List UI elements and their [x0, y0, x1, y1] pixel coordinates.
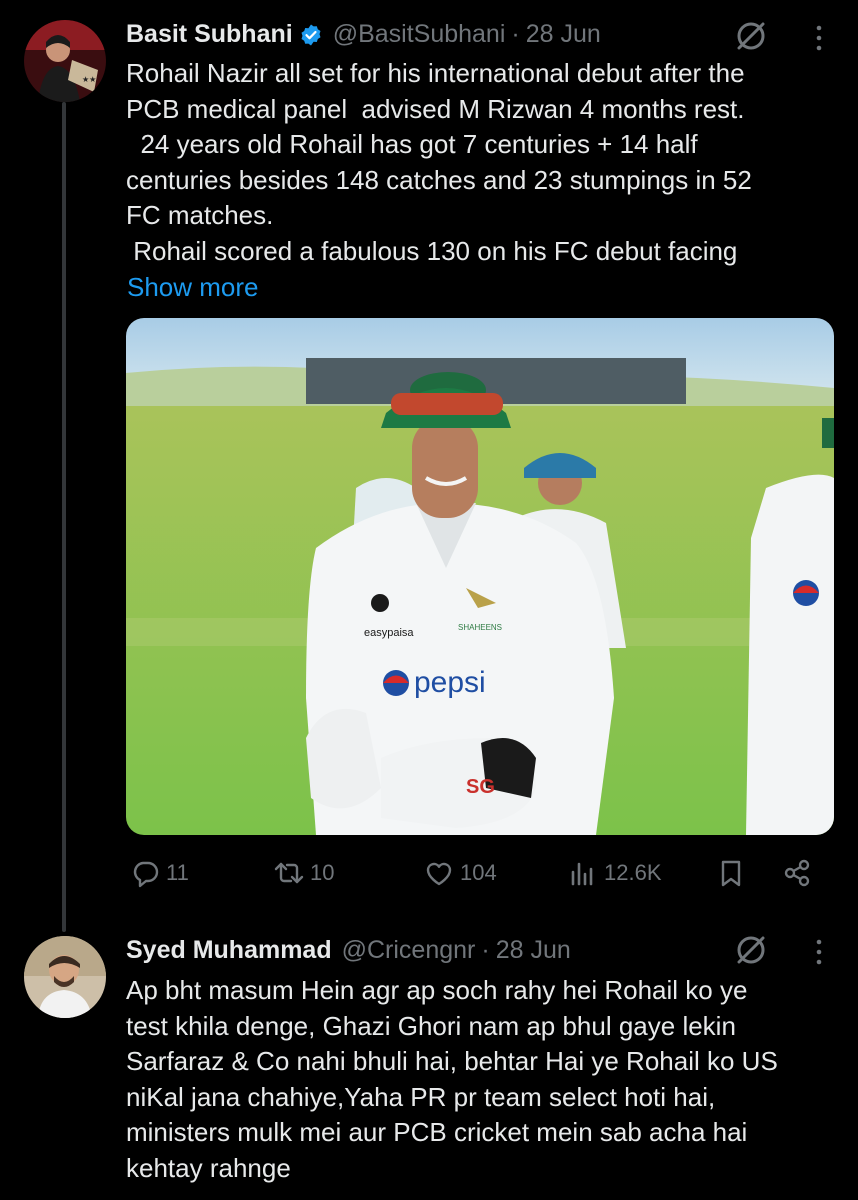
header-separator: ·	[511, 20, 520, 48]
like-icon	[426, 862, 452, 886]
verified-badge-icon	[299, 23, 323, 47]
tweet-text: Rohail Nazir all set for his internation…	[126, 58, 752, 266]
tweet-actions: 11 10 104 12.6K	[126, 858, 832, 898]
like-count: 104	[460, 860, 497, 885]
grok-icon[interactable]	[735, 20, 767, 52]
reply-more-icon[interactable]	[814, 938, 824, 966]
svg-text:pepsi: pepsi	[414, 666, 486, 699]
views-button[interactable]: 12.6K	[568, 858, 662, 888]
share-icon	[784, 859, 810, 887]
reply-count: 11	[166, 860, 189, 885]
thread-line	[62, 102, 66, 932]
tweet-image[interactable]: easypaisa SHAHEENS pepsi SG	[126, 318, 834, 835]
author-name[interactable]: Basit Subhani	[126, 20, 293, 49]
show-more-link[interactable]: Show more	[127, 272, 259, 303]
bookmark-icon	[721, 860, 741, 887]
tweet-header: Basit Subhani @BasitSubhani · 28 Jun	[126, 20, 601, 49]
svg-text:SG: SG	[466, 776, 495, 798]
svg-text:★★: ★★	[82, 75, 96, 84]
views-count: 12.6K	[604, 860, 662, 885]
reply-icon	[133, 861, 159, 888]
views-icon	[571, 862, 593, 886]
reply-button[interactable]: 11	[130, 858, 189, 888]
like-button[interactable]: 104	[424, 858, 497, 888]
cricketer-photo: easypaisa SHAHEENS pepsi SG	[126, 318, 834, 835]
svg-text:easypaisa: easypaisa	[364, 627, 414, 639]
author-handle[interactable]: @BasitSubhani	[333, 20, 506, 49]
reply-grok-icon[interactable]	[735, 934, 767, 966]
author-avatar[interactable]: ★★	[24, 20, 106, 102]
reply-author-name[interactable]: Syed Muhammad	[126, 936, 332, 965]
reply-date[interactable]: 28 Jun	[496, 936, 571, 965]
reply-text: Ap bht masum Hein agr ap soch rahy hei R…	[126, 975, 778, 1183]
reply-header-separator: ·	[481, 936, 490, 964]
more-icon[interactable]	[814, 24, 824, 52]
repost-button[interactable]: 10	[274, 858, 334, 888]
repost-icon	[274, 862, 304, 884]
bookmark-button[interactable]	[716, 858, 746, 888]
reply-header: Syed Muhammad @Cricengnr · 28 Jun	[126, 936, 571, 965]
tweet-date[interactable]: 28 Jun	[526, 20, 601, 49]
share-button[interactable]	[782, 858, 812, 888]
reply-author-avatar[interactable]	[24, 936, 106, 1018]
svg-text:SHAHEENS: SHAHEENS	[458, 623, 502, 632]
reply-author-handle[interactable]: @Cricengnr	[342, 936, 476, 965]
repost-count: 10	[310, 860, 335, 885]
